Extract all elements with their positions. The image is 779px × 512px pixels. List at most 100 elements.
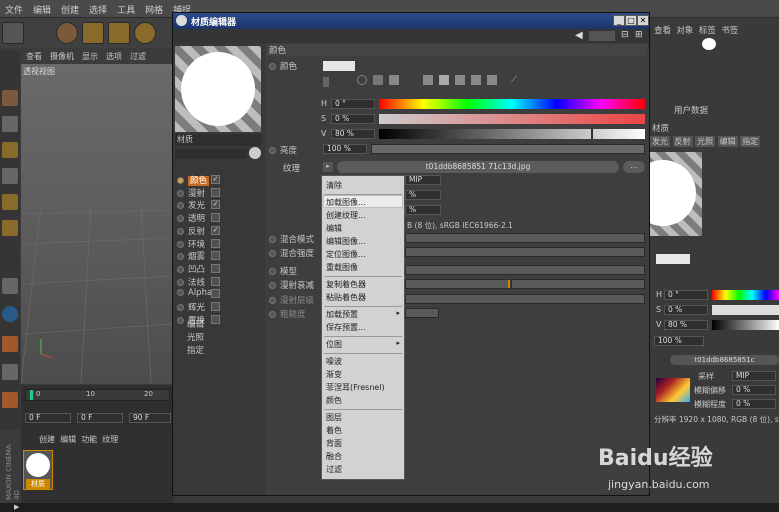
brightness-radio-dot[interactable] bbox=[269, 147, 276, 154]
right-texture-button[interactable]: t01ddb8685851c bbox=[670, 355, 779, 365]
channel-checkbox[interactable] bbox=[211, 213, 220, 223]
diffuse-level-radio-dot[interactable] bbox=[269, 297, 276, 304]
channel-checkbox[interactable] bbox=[211, 302, 220, 311]
rotate-tool-button[interactable] bbox=[134, 22, 156, 44]
value-slider-handle[interactable] bbox=[591, 128, 593, 139]
saturation-slider[interactable] bbox=[379, 114, 645, 124]
diffuse-falloff-track[interactable] bbox=[511, 279, 645, 289]
swatches-icon[interactable] bbox=[487, 75, 497, 85]
channel-radio-icon[interactable] bbox=[177, 278, 184, 286]
view-menu-display[interactable]: 显示 bbox=[78, 50, 102, 63]
right-val-slider[interactable] bbox=[712, 320, 779, 330]
kelvin-icon[interactable] bbox=[455, 75, 465, 85]
timeline-playhead[interactable] bbox=[30, 390, 33, 400]
hsv-icon[interactable] bbox=[439, 75, 449, 85]
menu-create[interactable]: 创建 bbox=[56, 0, 84, 19]
context-menu-item[interactable]: 菲涅耳(Fresnel) bbox=[326, 382, 385, 393]
color-menu-icon[interactable] bbox=[323, 77, 329, 87]
extra-edit[interactable]: 编辑 bbox=[187, 318, 204, 330]
right-v-field[interactable]: 80 % bbox=[664, 320, 708, 330]
channel-item[interactable]: 凹凸 bbox=[177, 263, 220, 275]
channel-radio-icon[interactable] bbox=[177, 240, 184, 248]
diffuse-falloff-slider[interactable] bbox=[405, 279, 510, 289]
mm-menu-create[interactable]: 创建 bbox=[39, 435, 55, 444]
rgb-icon[interactable] bbox=[423, 75, 433, 85]
video-controls-bar[interactable]: ▶ bbox=[0, 503, 779, 512]
channel-radio-icon[interactable] bbox=[177, 289, 184, 297]
view-menu-camera[interactable]: 摄像机 bbox=[46, 50, 78, 63]
context-menu-item[interactable]: 颜色 bbox=[326, 395, 342, 406]
channel-radio-icon[interactable] bbox=[177, 227, 184, 235]
right-tab-tag[interactable]: 标签 bbox=[699, 26, 716, 36]
value-slider[interactable] bbox=[379, 128, 645, 139]
mix-mode-radio-dot[interactable] bbox=[269, 236, 276, 243]
context-menu-item[interactable]: 编辑图像... bbox=[326, 236, 366, 247]
menu-select[interactable]: 选择 bbox=[84, 0, 112, 19]
channel-item[interactable]: Alpha bbox=[177, 288, 220, 300]
extra-assign[interactable]: 指定 bbox=[187, 344, 204, 356]
right-tab-object[interactable]: 对象 bbox=[676, 26, 693, 36]
new-icon[interactable]: ⊞ bbox=[635, 30, 643, 40]
h-field[interactable]: 0 ° bbox=[331, 99, 375, 109]
view-menu-filter[interactable]: 过滤 bbox=[126, 50, 150, 63]
channel-checkbox[interactable]: ✓ bbox=[211, 225, 220, 235]
channel-radio-icon[interactable] bbox=[177, 253, 184, 261]
mm-menu-texture[interactable]: 纹理 bbox=[102, 435, 118, 444]
move-tool-button[interactable] bbox=[82, 22, 104, 44]
close-button[interactable]: ✕ bbox=[637, 15, 649, 26]
mix-strength-radio-dot[interactable] bbox=[269, 250, 276, 257]
context-menu-item[interactable]: 保存预置... bbox=[326, 322, 366, 333]
right-tab-light[interactable]: 光照 bbox=[695, 136, 716, 147]
minimize-button[interactable]: _ bbox=[613, 15, 625, 26]
channel-item[interactable]: 烟雾 bbox=[177, 250, 220, 262]
diffuse-falloff-radio-dot[interactable] bbox=[269, 282, 276, 289]
right-tab-assign[interactable]: 指定 bbox=[740, 136, 761, 147]
channel-item[interactable]: 透明 bbox=[177, 212, 220, 224]
context-menu-item[interactable]: 过滤 bbox=[326, 464, 342, 475]
channel-item[interactable]: 法线 bbox=[177, 276, 220, 288]
material-name-input[interactable] bbox=[175, 149, 247, 159]
snap-icon[interactable] bbox=[2, 306, 18, 322]
context-menu-item[interactable]: 图层 bbox=[326, 412, 342, 423]
context-menu-item[interactable]: 清除 bbox=[326, 180, 342, 191]
mm-menu-edit[interactable]: 编辑 bbox=[60, 435, 76, 444]
channel-item[interactable]: 漫射 bbox=[177, 187, 220, 199]
play-icon[interactable]: ▶ bbox=[14, 503, 19, 511]
sampling-select[interactable]: MIP bbox=[405, 175, 441, 185]
channel-checkbox[interactable] bbox=[211, 276, 220, 286]
nav-button[interactable] bbox=[589, 31, 615, 41]
magnet-icon[interactable] bbox=[2, 336, 18, 352]
channel-checkbox[interactable] bbox=[211, 314, 220, 324]
view-menu-view[interactable]: 查看 bbox=[22, 50, 46, 63]
extra-illumination[interactable]: 光照 bbox=[187, 331, 204, 343]
checker-icon[interactable] bbox=[2, 116, 18, 132]
timeline-ruler[interactable]: 0 10 20 bbox=[25, 389, 170, 401]
channel-item[interactable]: 发光 ✓ bbox=[177, 199, 220, 211]
mixer-icon[interactable] bbox=[471, 75, 481, 85]
context-menu-item[interactable]: 加载图像... bbox=[326, 197, 366, 208]
right-h-field[interactable]: 0 ° bbox=[664, 290, 708, 300]
channel-radio-icon[interactable] bbox=[177, 265, 184, 273]
eyedropper-icon[interactable]: ⟋ bbox=[511, 75, 521, 85]
lock-icon[interactable]: ⊟ bbox=[621, 30, 629, 40]
tool-icon[interactable] bbox=[2, 392, 18, 408]
texture-file-button[interactable]: t01ddb8685851 71c13d.jpg bbox=[337, 161, 619, 173]
channel-checkbox[interactable]: ✓ bbox=[211, 175, 220, 184]
channel-item[interactable]: 颜色 ✓ bbox=[177, 174, 220, 186]
channel-checkbox[interactable] bbox=[211, 238, 220, 248]
timeline[interactable]: 0 10 20 0 F 0 F 90 F bbox=[21, 385, 174, 433]
channel-radio-icon[interactable] bbox=[177, 177, 184, 184]
channel-item[interactable]: 环境 bbox=[177, 238, 220, 250]
material-thumbnail[interactable]: 材质 bbox=[23, 450, 53, 490]
right-tab-glow[interactable]: 发光 bbox=[650, 136, 670, 147]
right-tab-edit[interactable]: 编辑 bbox=[717, 136, 738, 147]
v-field[interactable]: 80 % bbox=[331, 129, 375, 139]
texture-browse-button[interactable]: ... bbox=[623, 161, 645, 173]
channel-checkbox[interactable] bbox=[211, 187, 220, 197]
spectrum-icon[interactable] bbox=[373, 75, 383, 85]
s-field[interactable]: 0 % bbox=[331, 114, 375, 124]
channel-checkbox[interactable] bbox=[211, 251, 220, 261]
undo-button[interactable] bbox=[2, 22, 24, 44]
material-name-field[interactable]: 材质 bbox=[175, 134, 261, 146]
right-user-data[interactable]: 用户数据 bbox=[674, 104, 708, 116]
